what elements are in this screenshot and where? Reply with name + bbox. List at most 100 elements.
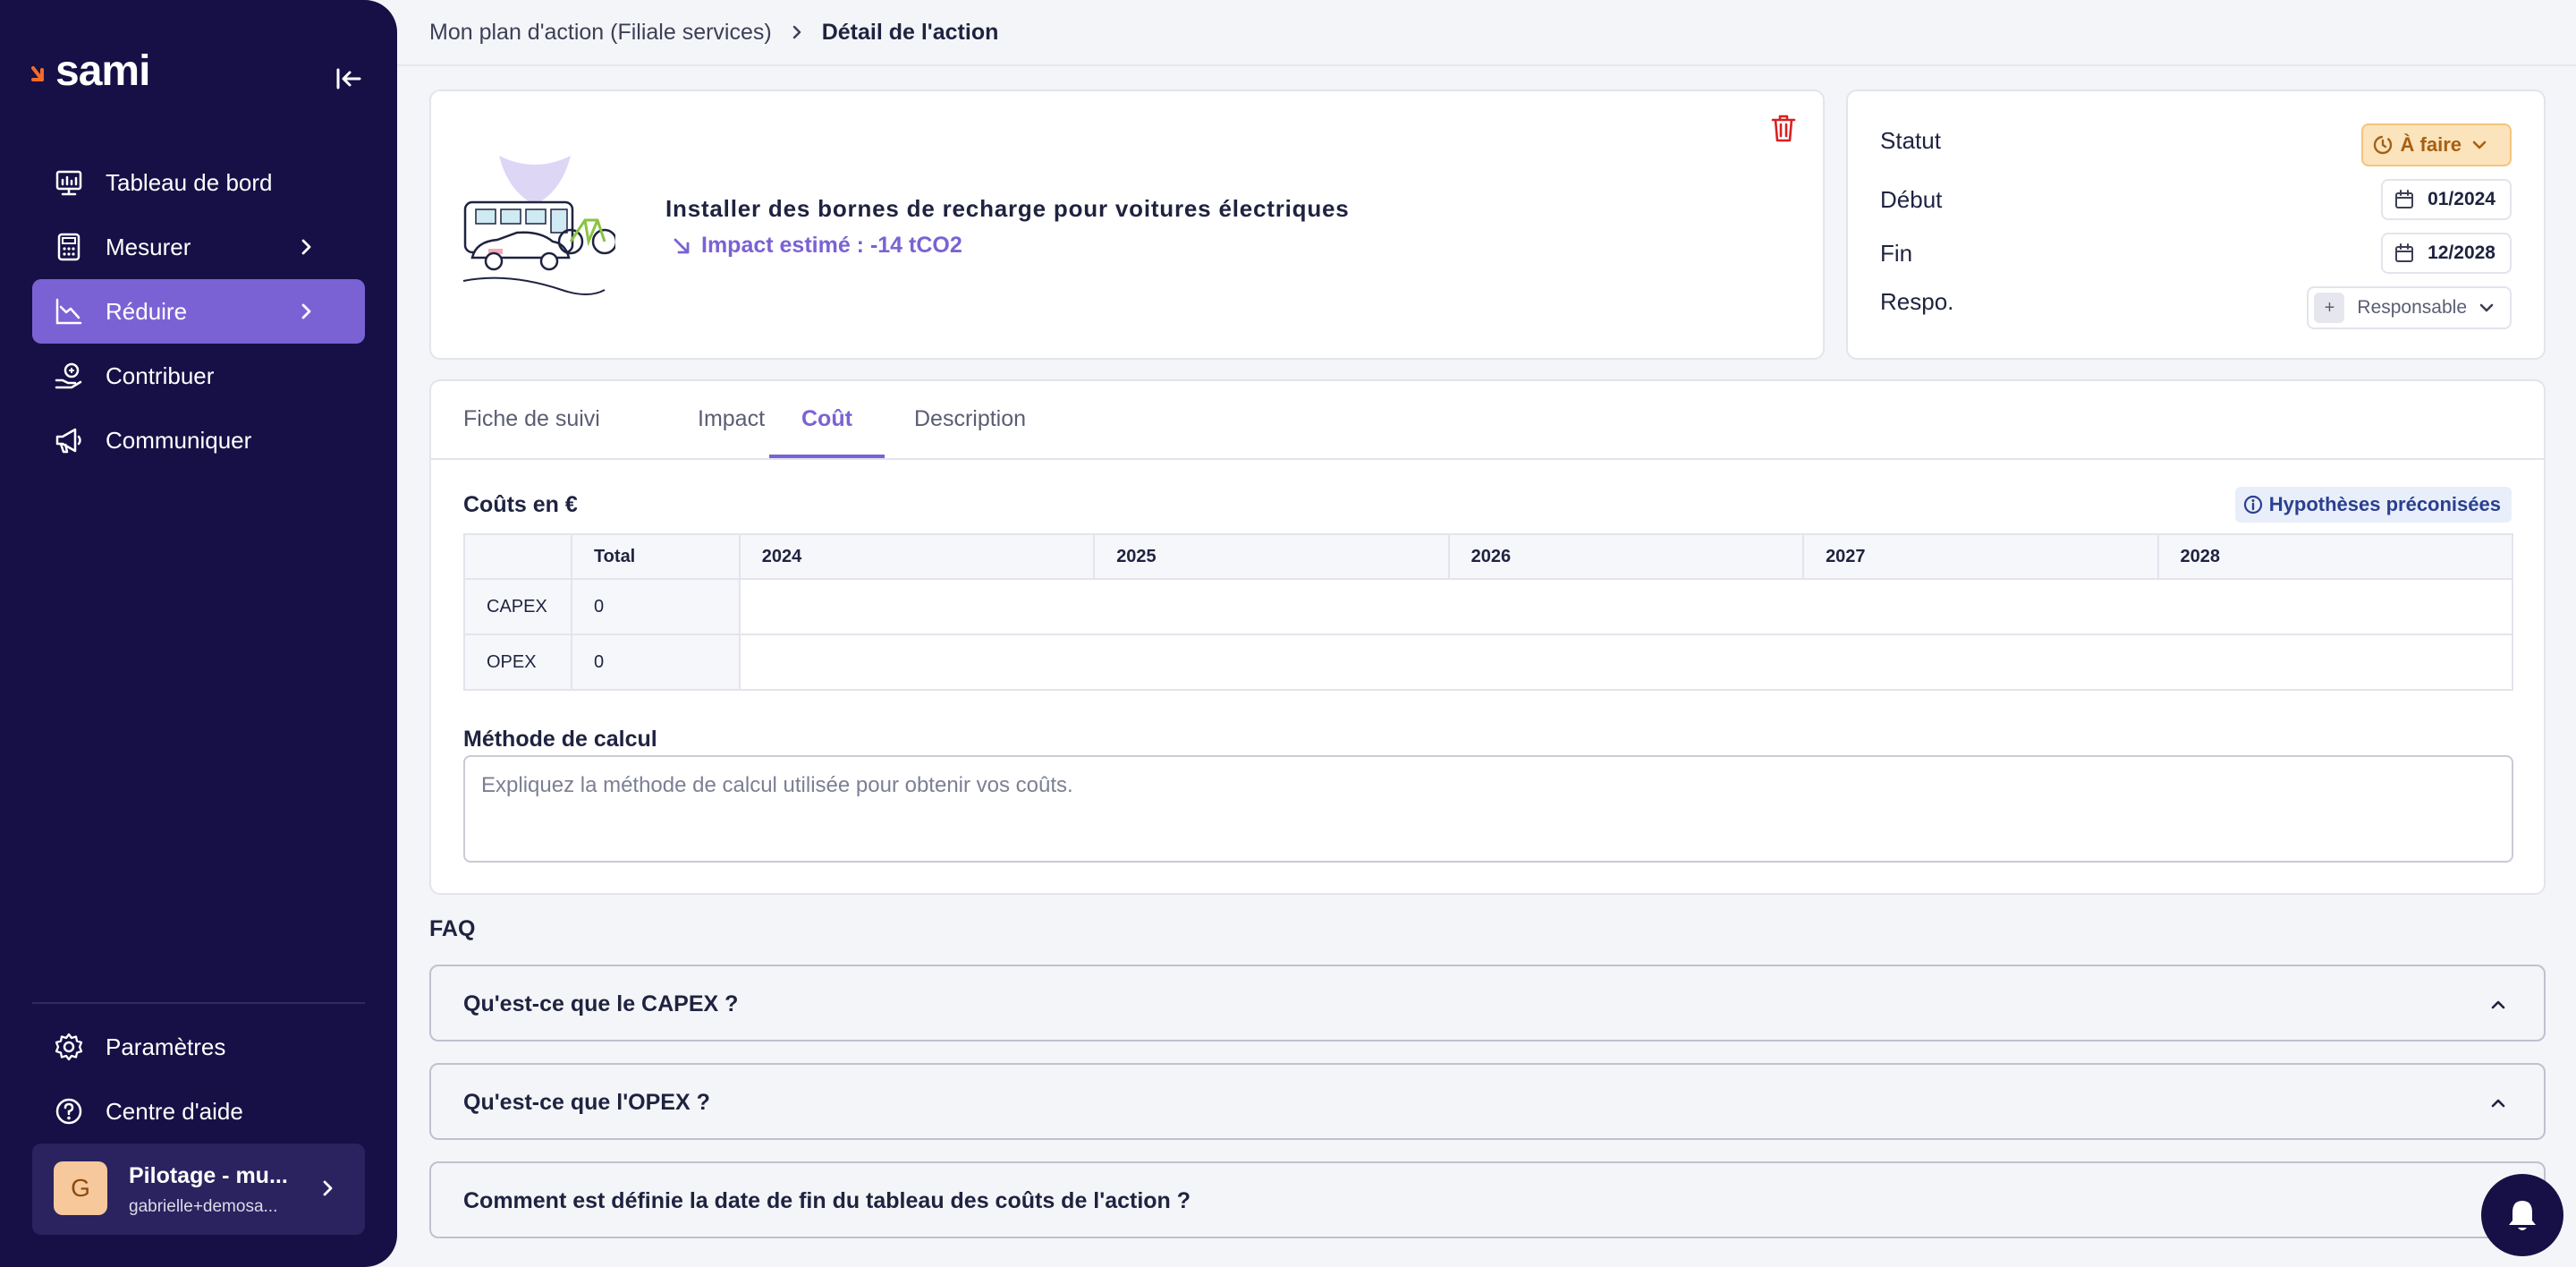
column-header: 2024 xyxy=(739,534,1096,580)
calendar-icon xyxy=(2394,242,2415,264)
plus-icon: + xyxy=(2314,293,2345,323)
tab-cout[interactable]: Coût xyxy=(769,406,885,458)
year-cell[interactable] xyxy=(1448,634,1804,691)
sidebar-item-parametres[interactable]: Paramètres xyxy=(32,1015,365,1079)
faq-question: Comment est définie la date de fin du ta… xyxy=(463,1188,1191,1213)
year-cell[interactable] xyxy=(2157,579,2512,635)
end-label: Fin xyxy=(1880,240,1913,267)
breadcrumb: Mon plan d'action (Filiale services) Dét… xyxy=(429,18,998,47)
start-date-picker[interactable]: 01/2024 xyxy=(2381,179,2512,220)
responsible-label: Respo. xyxy=(1880,288,1954,315)
sidebar-item-reduire[interactable]: Réduire xyxy=(32,279,365,344)
row-total: 0 xyxy=(571,579,741,635)
chevron-right-icon xyxy=(317,1178,338,1199)
ev-charging-illustration xyxy=(454,156,615,304)
collapse-sidebar-icon[interactable] xyxy=(331,61,367,97)
table-row: CAPEX 0 xyxy=(464,579,2512,635)
sami-logo[interactable]: sami xyxy=(30,47,150,95)
calendar-icon xyxy=(2394,189,2415,210)
column-header: 2025 xyxy=(1094,534,1450,580)
faq-title: FAQ xyxy=(429,916,476,941)
breadcrumb-parent-link[interactable]: Mon plan d'action (Filiale services) xyxy=(429,20,772,46)
account-name: Pilotage - mu... xyxy=(129,1163,288,1188)
sidebar-item-mesurer[interactable]: Mesurer xyxy=(32,215,365,279)
costs-table: Total 2024 2025 2026 2027 2028 CAPEX 0 O… xyxy=(463,533,2513,691)
sidebar-item-communiquer[interactable]: Communiquer xyxy=(32,408,365,472)
hypotheses-button[interactable]: Hypothèses préconisées xyxy=(2234,487,2512,523)
main-nav: Tableau de bord Mesurer Réduire Contribu… xyxy=(32,150,365,472)
sidebar-item-tableau-de-bord[interactable]: Tableau de bord xyxy=(32,150,365,215)
avatar: G xyxy=(54,1161,107,1215)
tab-description[interactable]: Description xyxy=(882,406,1058,458)
header-divider xyxy=(397,64,2576,66)
hands-coin-icon xyxy=(54,361,84,391)
sidebar-item-label: Communiquer xyxy=(106,426,252,454)
chevron-right-icon xyxy=(295,236,317,258)
impact-text: Impact estimé : -14 tCO2 xyxy=(701,233,962,258)
trash-icon[interactable] xyxy=(1769,113,1798,143)
notifications-button[interactable] xyxy=(2481,1174,2563,1256)
arrow-down-right-icon xyxy=(671,235,692,257)
year-cell[interactable] xyxy=(1094,579,1449,635)
chart-down-icon xyxy=(54,296,84,327)
year-cell[interactable] xyxy=(1803,579,2158,635)
method-textarea[interactable] xyxy=(463,755,2513,863)
sidebar-item-label: Paramètres xyxy=(106,1033,226,1060)
chevron-down-icon xyxy=(2478,299,2496,317)
account-switcher[interactable]: G Pilotage - mu... gabrielle+demosa... xyxy=(32,1144,365,1235)
column-header: 2028 xyxy=(2157,534,2513,580)
action-title: Installer des bornes de recharge pour vo… xyxy=(665,195,1350,222)
year-cell[interactable] xyxy=(739,579,1095,635)
year-cell[interactable] xyxy=(1448,579,1804,635)
costs-title: Coûts en € xyxy=(463,492,578,517)
breadcrumb-current: Détail de l'action xyxy=(821,19,999,45)
sidebar-item-contribuer[interactable]: Contribuer xyxy=(32,344,365,408)
table-header-row: Total 2024 2025 2026 2027 2028 xyxy=(464,534,2513,580)
column-header: 2026 xyxy=(1448,534,1805,580)
row-label: OPEX xyxy=(464,634,572,691)
calculator-icon xyxy=(54,232,84,262)
secondary-nav: Paramètres Centre d'aide xyxy=(32,1015,365,1144)
clock-icon xyxy=(2372,134,2394,156)
method-title: Méthode de calcul xyxy=(463,727,657,752)
faq-question: Qu'est-ce que le CAPEX ? xyxy=(463,991,739,1016)
logo-text: sami xyxy=(55,47,150,95)
chevron-right-icon xyxy=(790,25,804,39)
faq-item-date-fin[interactable]: Comment est définie la date de fin du ta… xyxy=(429,1161,2546,1238)
sidebar-item-label: Réduire xyxy=(106,297,188,325)
chevron-up-icon xyxy=(2488,995,2508,1015)
faq-item-opex[interactable]: Qu'est-ce que l'OPEX ? xyxy=(429,1063,2546,1140)
action-detail-panel: Fiche de suivi Impact Coût Description C… xyxy=(429,379,2546,895)
column-header: 2027 xyxy=(1803,534,2159,580)
logo-spark-icon xyxy=(31,66,44,81)
year-cell[interactable] xyxy=(1803,634,2158,691)
tab-bar: Fiche de suivi Impact Coût Description xyxy=(431,381,2544,460)
end-date-picker[interactable]: 12/2028 xyxy=(2381,233,2512,274)
column-header: Total xyxy=(571,534,741,580)
chevron-right-icon xyxy=(295,301,317,322)
account-email: gabrielle+demosa... xyxy=(129,1197,278,1216)
faq-question: Qu'est-ce que l'OPEX ? xyxy=(463,1090,710,1115)
tab-fiche-de-suivi[interactable]: Fiche de suivi xyxy=(431,406,632,458)
dashboard-icon xyxy=(54,167,84,198)
table-row: OPEX 0 xyxy=(464,634,2512,691)
year-cell[interactable] xyxy=(739,634,1095,691)
start-date-value: 01/2024 xyxy=(2428,189,2496,209)
year-cell[interactable] xyxy=(2157,634,2512,691)
impact-estimate: Impact estimé : -14 tCO2 xyxy=(671,233,962,259)
year-cell[interactable] xyxy=(1094,634,1449,691)
help-circle-icon xyxy=(54,1096,84,1127)
column-header xyxy=(464,534,572,580)
status-card: Statut À faire Début 01/2024 Fin 12/2028… xyxy=(1846,89,2546,360)
responsible-dropdown[interactable]: + Responsable xyxy=(2307,286,2512,329)
sidebar-item-label: Tableau de bord xyxy=(106,168,273,196)
megaphone-icon xyxy=(54,425,84,455)
chevron-down-icon xyxy=(2470,136,2488,154)
sidebar-item-centre-aide[interactable]: Centre d'aide xyxy=(32,1079,365,1144)
chevron-up-icon xyxy=(2488,1093,2508,1113)
sidebar: sami Tableau de bord Mesurer Réduire Con… xyxy=(0,0,397,1267)
faq-item-capex[interactable]: Qu'est-ce que le CAPEX ? xyxy=(429,965,2546,1042)
sidebar-item-label: Contribuer xyxy=(106,361,215,389)
row-total: 0 xyxy=(571,634,741,691)
status-dropdown[interactable]: À faire xyxy=(2360,123,2512,166)
